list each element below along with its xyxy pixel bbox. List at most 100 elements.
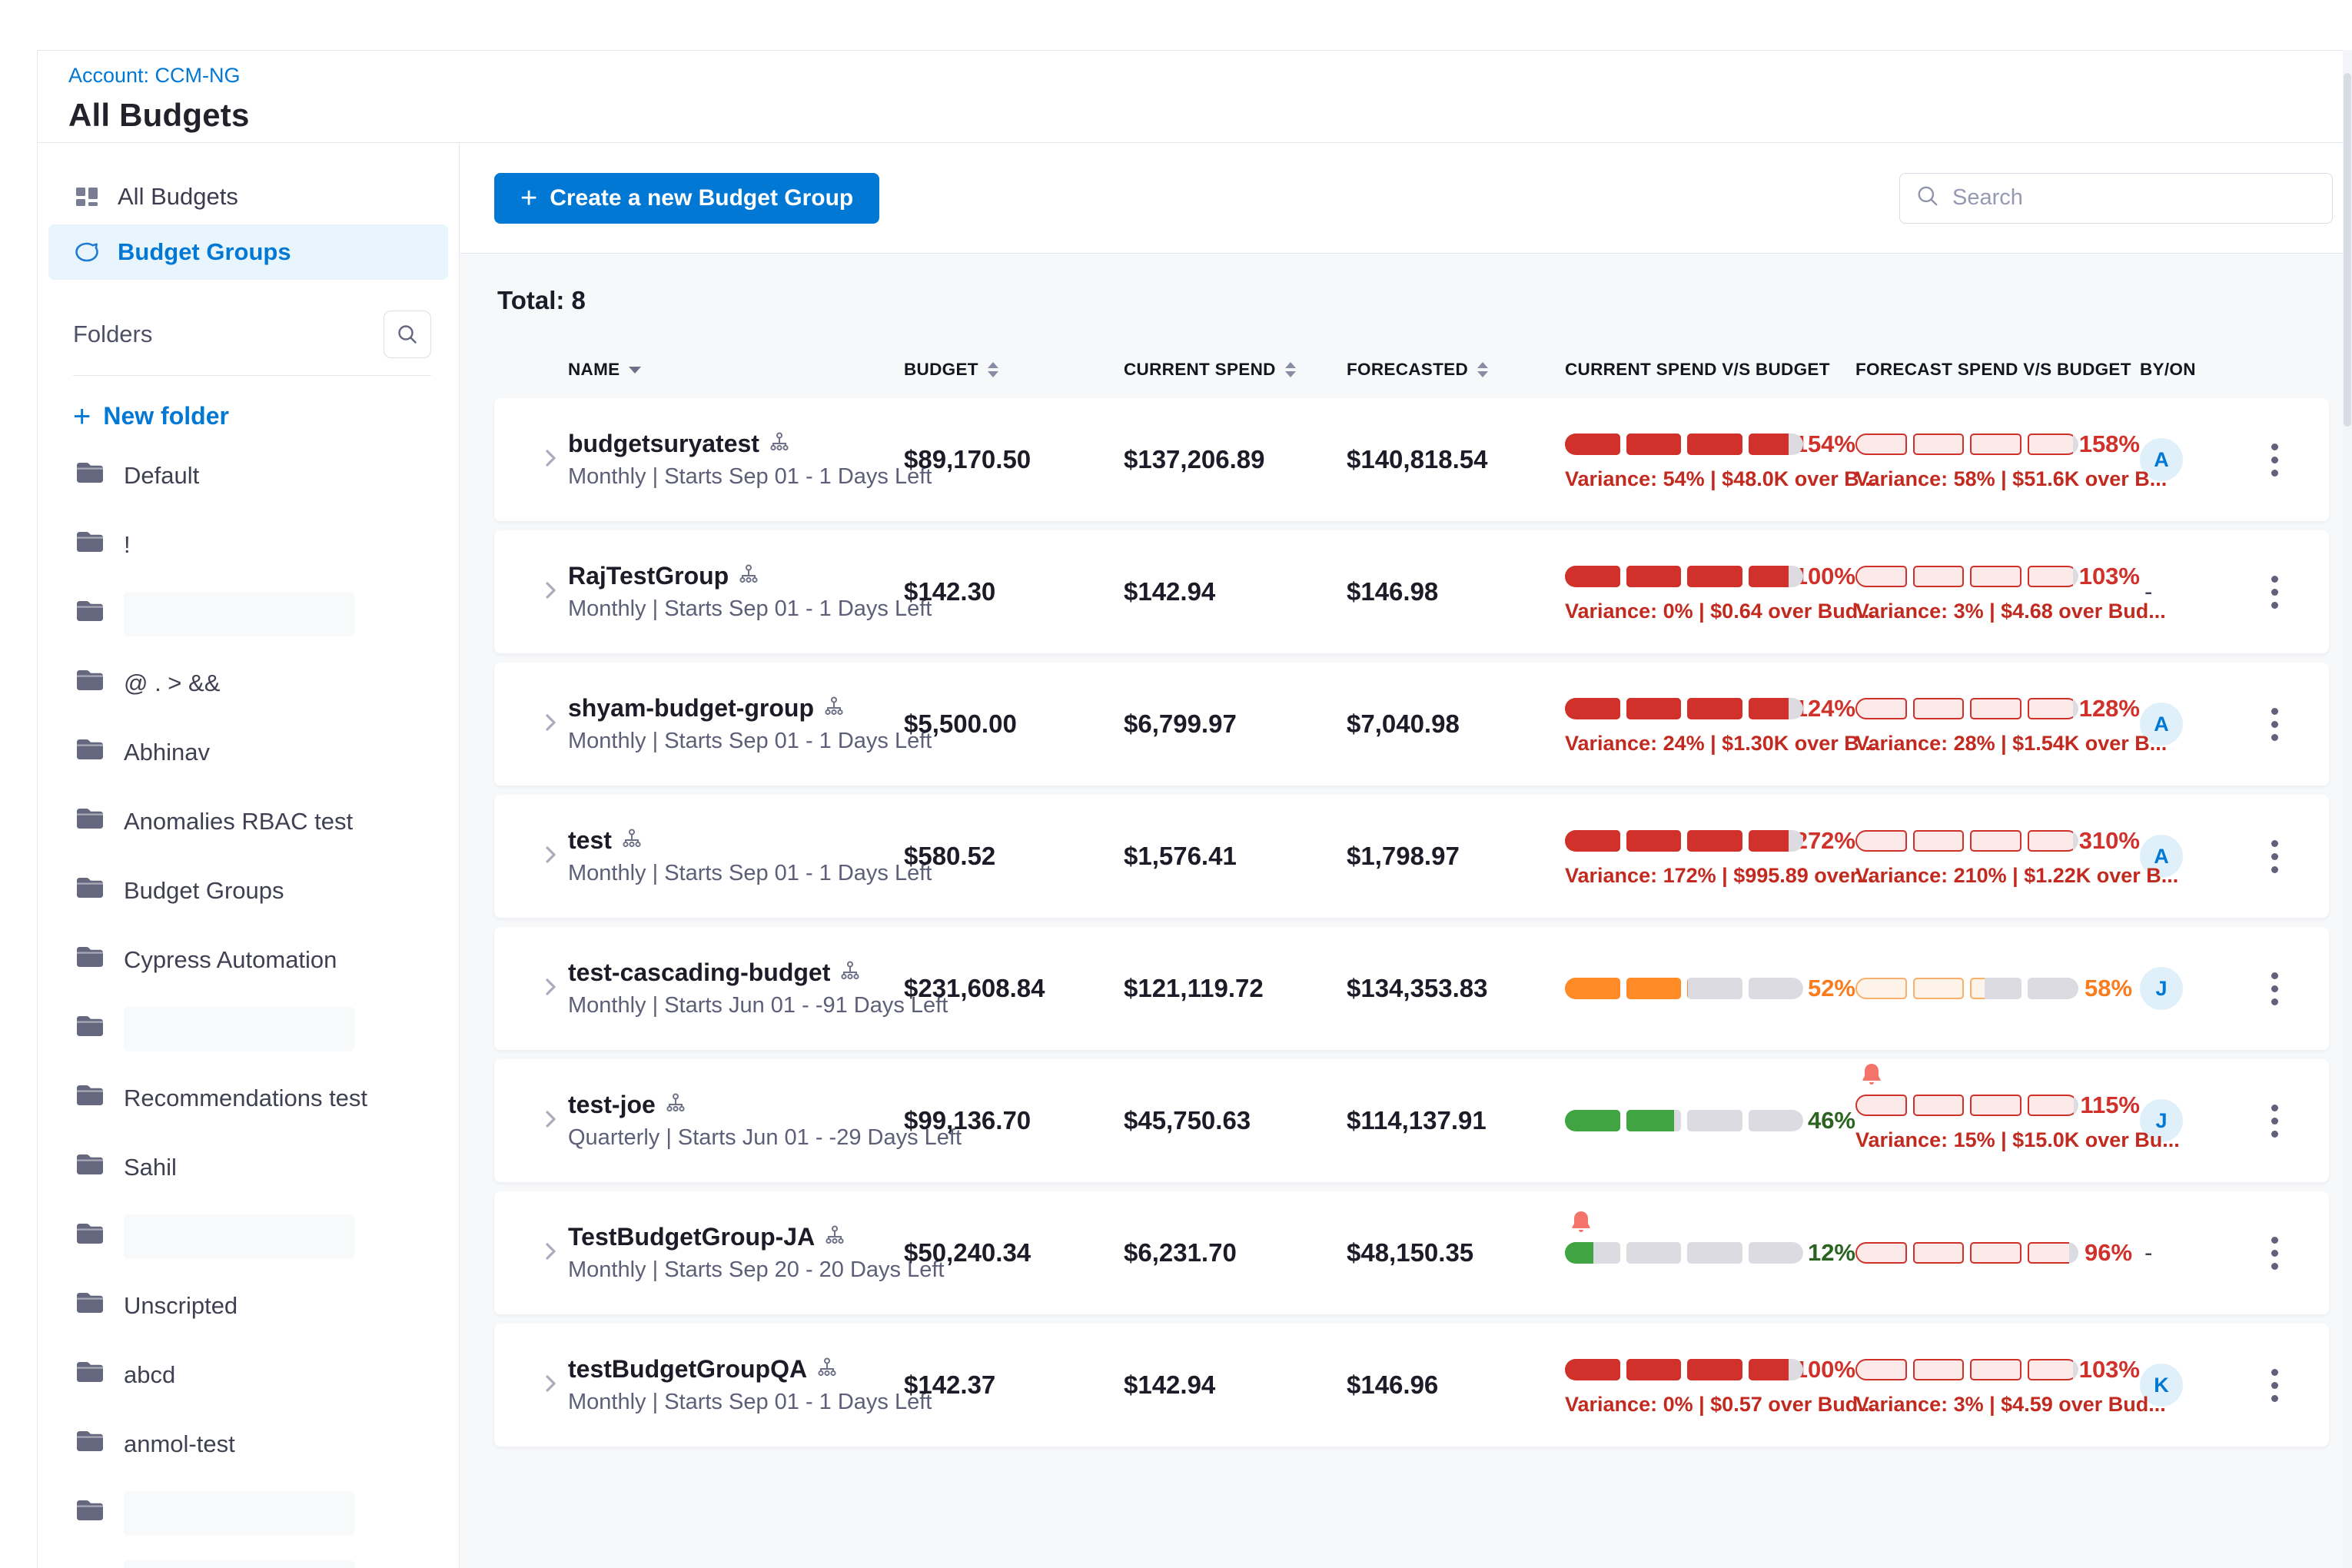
variance-label: Variance: 24% | $1.30K over B... (1565, 732, 1855, 756)
sidebar-item-budget-groups[interactable]: Budget Groups (48, 224, 448, 280)
budget-group-name-cell: shyam-budget-groupMonthly | Starts Sep 0… (568, 694, 904, 754)
progress-bar (1565, 698, 1789, 719)
folder-item[interactable]: Cypress Automation (38, 925, 459, 995)
budget-cell: $580.52 (904, 842, 1124, 871)
hierarchy-icon (769, 431, 790, 457)
sidebar-item-label: Budget Groups (118, 238, 291, 266)
table-row[interactable]: test-cascading-budget Monthly | Starts Ju… (494, 927, 2329, 1050)
current-spend-cell: $1,576.41 (1124, 842, 1347, 871)
search-input[interactable] (1952, 185, 2317, 211)
budget-group-name[interactable]: test-cascading-budget (568, 958, 830, 987)
progress-bar (1855, 698, 2073, 719)
budget-schedule: Monthly | Starts Sep 01 - 1 Days Left (568, 861, 904, 886)
row-menu-button[interactable] (2264, 568, 2286, 616)
folder-name: Recommendations test (124, 1085, 367, 1112)
current-vs-budget-cell: 52% (1565, 973, 1855, 1004)
row-menu-button[interactable] (2264, 1229, 2286, 1277)
current-spend-cell: $137,206.89 (1124, 445, 1347, 474)
row-menu-button[interactable] (2264, 965, 2286, 1013)
budget-schedule: Monthly | Starts Sep 01 - 1 Days Left (568, 596, 904, 622)
budget-group-name-cell: test-cascading-budget Monthly | Starts Ju… (568, 958, 904, 1018)
piggy-bank-icon (73, 240, 101, 264)
percentage-label: 103% (2079, 1356, 2140, 1384)
toolbar: + Create a new Budget Group (460, 143, 2352, 254)
table-row[interactable]: test-joeQuarterly | Starts Jun 01 - -29 … (494, 1059, 2329, 1182)
folder-item[interactable]: Sahil (38, 1133, 459, 1202)
folder-item[interactable]: abcd (38, 1340, 459, 1410)
row-menu-button[interactable] (2264, 832, 2286, 881)
folder-item[interactable] (38, 580, 459, 649)
column-header-budget[interactable]: BUDGET (904, 360, 1124, 380)
column-header-current-spend[interactable]: CURRENT SPEND (1124, 360, 1347, 380)
create-budget-group-button[interactable]: + Create a new Budget Group (494, 173, 879, 224)
folder-item[interactable] (38, 1548, 459, 1568)
expand-row-button[interactable] (534, 580, 568, 605)
search-icon (1915, 184, 1940, 212)
row-menu-button[interactable] (2264, 1097, 2286, 1145)
forecasted-cell: $146.98 (1347, 577, 1565, 606)
folder-item[interactable]: Budget Groups (38, 856, 459, 925)
new-folder-button[interactable]: + New folder (73, 402, 459, 430)
forecasted-cell: $7,040.98 (1347, 709, 1565, 739)
column-header-by-on: BY/ON (2140, 360, 2201, 380)
folder-search-button[interactable] (384, 311, 431, 358)
budget-group-name[interactable]: testBudgetGroupQA (568, 1355, 807, 1384)
budget-cell: $142.30 (904, 577, 1124, 606)
folder-item[interactable]: anmol-test (38, 1410, 459, 1479)
expand-row-button[interactable] (534, 1108, 568, 1134)
folder-item[interactable]: Unscripted (38, 1271, 459, 1340)
table-row[interactable]: shyam-budget-groupMonthly | Starts Sep 0… (494, 663, 2329, 786)
scrollbar[interactable] (2343, 50, 2352, 1568)
table-row[interactable]: RajTestGroup Monthly | Starts Sep 01 - 1 … (494, 530, 2329, 653)
breadcrumb-account-link[interactable]: Account: CCM-NG (68, 64, 2352, 88)
folder-item[interactable]: Abhinav (38, 718, 459, 787)
table-row[interactable]: test Monthly | Starts Sep 01 - 1 Days Lef… (494, 795, 2329, 918)
expand-row-button[interactable] (534, 976, 568, 1002)
expand-row-button[interactable] (534, 1241, 568, 1266)
budget-group-name[interactable]: budgetsuryatest (568, 430, 759, 458)
expand-row-button[interactable] (534, 712, 568, 737)
folder-item[interactable] (38, 1479, 459, 1548)
folder-name: anmol-test (124, 1430, 235, 1458)
budget-group-name[interactable]: test-joe (568, 1091, 656, 1119)
column-header-forecasted[interactable]: FORECASTED (1347, 360, 1565, 380)
forecast-vs-budget-cell: 96% (1855, 1237, 2140, 1268)
variance-label: Variance: 58% | $51.6K over B... (1855, 467, 2140, 491)
percentage-label: 115% (2080, 1091, 2140, 1119)
sort-icon (988, 362, 998, 377)
expand-row-button[interactable] (534, 447, 568, 473)
budget-group-name[interactable]: TestBudgetGroup-JA (568, 1223, 815, 1251)
folder-item[interactable]: @ . > && (38, 649, 459, 718)
budget-schedule: Monthly | Starts Jun 01 - -91 Days Left (568, 993, 904, 1018)
folder-icon (75, 1221, 105, 1253)
table-row[interactable]: budgetsuryatestMonthly | Starts Sep 01 -… (494, 398, 2329, 521)
column-header-name[interactable]: NAME (568, 360, 904, 380)
progress-bar (1855, 566, 2073, 587)
chevron-right-icon (543, 1241, 559, 1266)
scrollbar-thumb[interactable] (2344, 73, 2351, 427)
budget-group-name[interactable]: shyam-budget-group (568, 694, 814, 723)
percentage-label: 103% (2079, 563, 2140, 590)
budget-cell: $89,170.50 (904, 445, 1124, 474)
sidebar-item-all-budgets[interactable]: All Budgets (48, 169, 448, 224)
budget-schedule: Monthly | Starts Sep 20 - 20 Days Left (568, 1257, 904, 1283)
folder-item[interactable]: ! (38, 510, 459, 580)
table-body: budgetsuryatest Monthly | Starts Sep 01 -… (494, 398, 2329, 1447)
progress-bar (1565, 1242, 1802, 1264)
table-row[interactable]: testBudgetGroupQAMonthly | Starts Sep 01… (494, 1324, 2329, 1447)
expand-row-button[interactable] (534, 1373, 568, 1398)
folder-item[interactable]: Anomalies RBAC test (38, 787, 459, 856)
table-row[interactable]: TestBudgetGroup-JA Monthly | Starts Sep 2… (494, 1191, 2329, 1314)
folder-item[interactable] (38, 995, 459, 1064)
sort-icon (1285, 362, 1296, 377)
folder-item[interactable] (38, 1202, 459, 1271)
row-menu-button[interactable] (2264, 1361, 2286, 1410)
expand-row-button[interactable] (534, 844, 568, 869)
folder-item[interactable]: Default (38, 441, 459, 510)
budget-group-name[interactable]: test (568, 826, 612, 855)
budget-group-name[interactable]: RajTestGroup (568, 562, 729, 590)
folder-item[interactable]: Recommendations test (38, 1064, 459, 1133)
row-menu-button[interactable] (2264, 700, 2286, 749)
progress-bar (1855, 1095, 2074, 1116)
row-menu-button[interactable] (2264, 436, 2286, 484)
